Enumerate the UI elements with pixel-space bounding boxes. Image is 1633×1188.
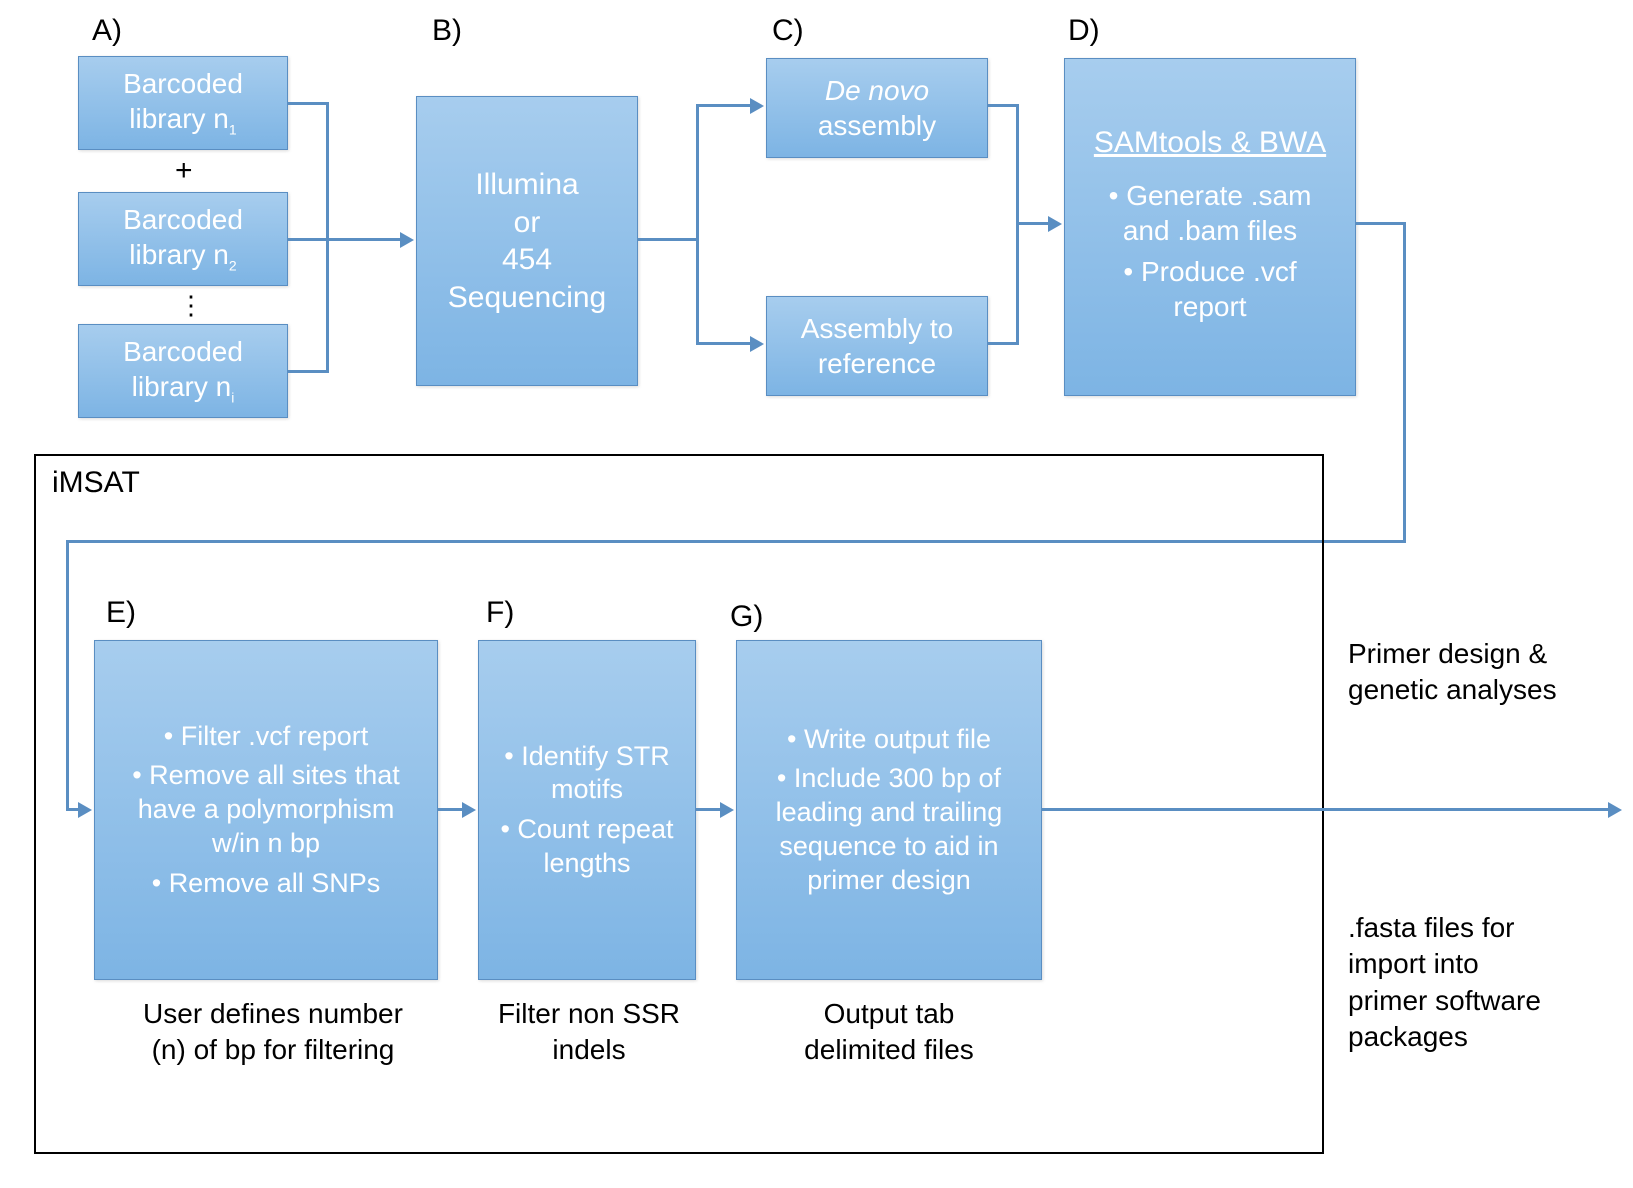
cap-e-l2: (n) of bp for filtering — [118, 1032, 428, 1068]
conn — [1356, 222, 1406, 225]
assref-l1: Assembly to — [801, 311, 954, 346]
label-b: B) — [432, 14, 462, 48]
samtools-title: SAMtools & BWA — [1094, 124, 1326, 162]
conn — [696, 342, 752, 345]
g-b1: Write output file — [755, 723, 1023, 757]
seq-l2: or — [514, 204, 541, 242]
arrow-right-icon — [400, 232, 414, 248]
f-list: Identify STR motifs Count repeat lengths — [497, 734, 677, 887]
lib2-sub: 2 — [229, 258, 237, 274]
label-f: F) — [486, 596, 514, 630]
box-assembly-ref: Assembly to reference — [766, 296, 988, 396]
conn — [326, 238, 402, 241]
lib1-l2p: library n — [129, 103, 229, 134]
seq-l4: Sequencing — [448, 279, 606, 317]
rt-l2: genetic analyses — [1348, 672, 1618, 708]
conn — [696, 104, 699, 344]
e-b1: Filter .vcf report — [113, 720, 419, 754]
cap-g-l1: Output tab — [736, 996, 1042, 1032]
vdots: ⋮ — [178, 290, 204, 321]
imsat-title: iMSAT — [52, 466, 140, 500]
seq-l3: 454 — [502, 241, 552, 279]
conn — [638, 238, 698, 241]
caption-f: Filter non SSR indels — [480, 996, 698, 1069]
box-sequencing: Illumina or 454 Sequencing — [416, 96, 638, 386]
lib3-l1: Barcoded — [123, 336, 243, 367]
conn — [288, 102, 328, 105]
box-barcoded-lib-2: Barcoded library n2 — [78, 192, 288, 286]
lib1-l1: Barcoded — [123, 68, 243, 99]
samtools-b2: Produce .vcf report — [1083, 254, 1337, 324]
e-b3: Remove all SNPs — [113, 867, 419, 901]
lib1-sub: 1 — [229, 122, 237, 138]
assref-l2: reference — [818, 346, 936, 381]
cap-g-l2: delimited files — [736, 1032, 1042, 1068]
label-c: C) — [772, 14, 804, 48]
cap-e-l1: User defines number — [118, 996, 428, 1032]
caption-g: Output tab delimited files — [736, 996, 1042, 1069]
label-d: D) — [1068, 14, 1100, 48]
arrow-right-icon — [1048, 216, 1062, 232]
right-top-text: Primer design & genetic analyses — [1348, 636, 1618, 709]
box-samtools: SAMtools & BWA Generate .sam and .bam fi… — [1064, 58, 1356, 396]
conn — [1042, 808, 1610, 811]
caption-e: User defines number (n) of bp for filter… — [118, 996, 428, 1069]
conn — [288, 238, 328, 241]
seq-l1: Illumina — [475, 166, 578, 204]
rt-l1: Primer design & — [1348, 636, 1618, 672]
rb-l1: .fasta files for — [1348, 910, 1618, 946]
lib2-l2p: library n — [129, 239, 229, 270]
arrow-right-icon — [750, 336, 764, 352]
box-denovo: De novo assembly — [766, 58, 988, 158]
g-list: Write output file Include 300 bp of lead… — [755, 717, 1023, 904]
rb-l2: import into — [1348, 946, 1618, 982]
box-barcoded-lib-i: Barcoded library ni — [78, 324, 288, 418]
right-bottom-text: .fasta files for import into primer soft… — [1348, 910, 1618, 1056]
conn — [988, 342, 1018, 345]
cap-f-l2: indels — [480, 1032, 698, 1068]
rb-l4: packages — [1348, 1019, 1618, 1055]
conn — [1403, 222, 1406, 542]
lib2-l1: Barcoded — [123, 204, 243, 235]
samtools-list: Generate .sam and .bam files Produce .vc… — [1083, 172, 1337, 330]
conn — [1016, 222, 1050, 225]
lib3-l2p: library n — [132, 371, 232, 402]
lib3-sub: i — [231, 390, 234, 406]
label-g: G) — [730, 600, 763, 634]
denovo-l2: assembly — [818, 108, 936, 143]
box-str-motifs: Identify STR motifs Count repeat lengths — [478, 640, 696, 980]
cap-f-l1: Filter non SSR — [480, 996, 698, 1032]
denovo-l1: De novo — [825, 75, 929, 106]
conn — [696, 104, 752, 107]
conn — [288, 370, 328, 373]
arrow-right-icon — [462, 802, 476, 818]
label-a: A) — [92, 14, 122, 48]
arrow-right-icon — [750, 98, 764, 114]
f-b1: Identify STR motifs — [497, 740, 677, 808]
conn — [988, 104, 1018, 107]
plus-operator: + — [175, 154, 193, 188]
box-output: Write output file Include 300 bp of lead… — [736, 640, 1042, 980]
samtools-b1: Generate .sam and .bam files — [1083, 178, 1337, 248]
rb-l3: primer software — [1348, 983, 1618, 1019]
diagram-canvas: A) B) C) D) Barcoded library n1 + Barcod… — [0, 0, 1633, 1188]
g-b2: Include 300 bp of leading and trailing s… — [755, 762, 1023, 897]
arrow-right-icon — [720, 802, 734, 818]
f-b2: Count repeat lengths — [497, 813, 677, 881]
e-list: Filter .vcf report Remove all sites that… — [113, 714, 419, 907]
e-b2: Remove all sites that have a polymorphis… — [113, 759, 419, 860]
arrow-right-icon — [1608, 802, 1622, 818]
conn — [438, 808, 464, 811]
label-e: E) — [106, 596, 136, 630]
conn — [696, 808, 722, 811]
box-filter-vcf: Filter .vcf report Remove all sites that… — [94, 640, 438, 980]
box-barcoded-lib-1: Barcoded library n1 — [78, 56, 288, 150]
